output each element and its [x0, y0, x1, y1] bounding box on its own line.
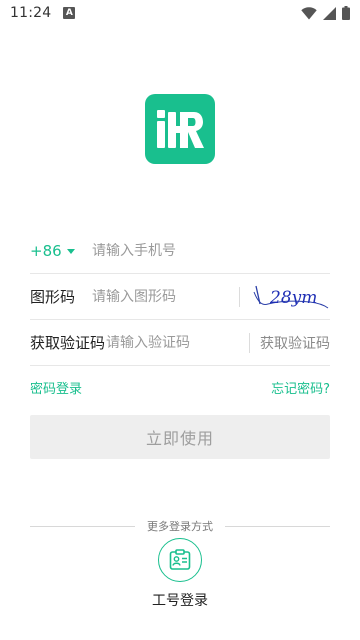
app-logo	[145, 94, 215, 164]
sms-code-row: 获取验证码 获取验证码	[30, 320, 330, 366]
forgot-password-link[interactable]: 忘记密码?	[271, 378, 330, 397]
more-methods-divider: 更多登录方式	[30, 518, 330, 534]
captcha-input[interactable]	[92, 288, 229, 305]
signal-icon	[323, 6, 336, 20]
employee-badge-icon	[169, 549, 191, 570]
status-bar: 11:24 A	[0, 0, 360, 26]
employee-login-label: 工号登录	[152, 593, 208, 609]
country-code-label: +86	[30, 241, 62, 260]
caret-down-icon	[66, 249, 75, 254]
captcha-label: 图形码	[30, 288, 76, 306]
status-icons	[301, 6, 350, 20]
password-login-link[interactable]: 密码登录	[30, 378, 82, 397]
phone-row: +86	[30, 228, 330, 274]
wifi-icon	[301, 6, 317, 19]
captcha-text: 28ym	[269, 288, 317, 308]
sms-code-input[interactable]	[106, 334, 239, 351]
a-app-icon: A	[63, 7, 76, 19]
captcha-divider	[239, 286, 240, 307]
get-code-button[interactable]: 获取验证码	[260, 333, 330, 353]
sms-label: 获取验证码	[30, 334, 106, 352]
login-links: 密码登录 忘记密码?	[30, 378, 330, 397]
phone-input[interactable]	[92, 242, 330, 259]
left-divider-line	[30, 525, 135, 527]
captcha-image[interactable]: 28ym	[250, 280, 330, 314]
more-methods-title: 更多登录方式	[147, 520, 213, 533]
sms-divider	[249, 332, 250, 353]
status-time: 11:24	[10, 5, 52, 21]
submit-button[interactable]: 立即使用	[30, 415, 330, 459]
captcha-row: 图形码 28ym	[30, 274, 330, 320]
battery-icon	[342, 6, 350, 20]
employee-id-login[interactable]: 工号登录	[130, 538, 230, 610]
ihr-logo-icon	[157, 110, 204, 148]
employee-login-circle[interactable]	[158, 538, 202, 582]
captcha-drawing: 28ym	[253, 285, 329, 308]
right-divider-line	[225, 525, 330, 527]
country-code-selector[interactable]: +86	[30, 242, 92, 260]
